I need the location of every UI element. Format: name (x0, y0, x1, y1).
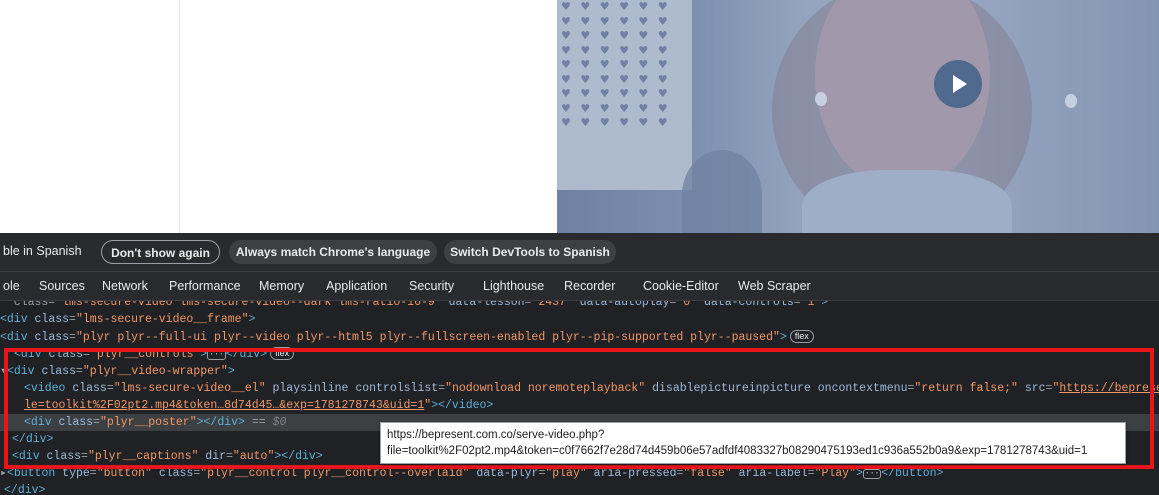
video-player[interactable]: ♥ ♥ ♥ ♥ ♥ ♥ ♥ ♥ ♥ ♥ ♥ ♥ ♥ ♥ ♥ ♥ ♥ ♥ ♥ ♥ … (557, 0, 1159, 233)
tab-cookie-editor[interactable]: Cookie-Editor (643, 279, 719, 293)
tooltip-url-line2: file=toolkit%2F02pt2.mp4&token=c0f7662f7… (387, 445, 1088, 457)
tab-lighthouse[interactable]: Lighthouse (483, 279, 544, 293)
tab-sources[interactable]: Sources (39, 279, 85, 293)
collapsed-content-icon[interactable]: ··· (862, 469, 882, 479)
devtools-tabs: ole Sources Network Performance Memory A… (0, 272, 1159, 301)
infobar-message: ble in Spanish (3, 244, 82, 258)
play-icon[interactable] (934, 60, 982, 108)
tab-application[interactable]: Application (326, 279, 387, 293)
webpage-viewport: ♥ ♥ ♥ ♥ ♥ ♥ ♥ ♥ ♥ ♥ ♥ ♥ ♥ ♥ ♥ ♥ ♥ ♥ ♥ ♥ … (0, 0, 1159, 233)
tooltip-url-line1: https://bepresent.com.co/serve-video.php… (387, 429, 605, 441)
tab-console[interactable]: ole (3, 279, 20, 293)
dom-node-lms-secure-video[interactable]: " class="lms-secure-video lms-secure-vid… (0, 301, 1159, 311)
video-overlay (557, 0, 1159, 233)
tab-recorder[interactable]: Recorder (564, 279, 615, 293)
language-infobar: ble in Spanish Don't show again Always m… (0, 233, 1159, 272)
tab-security[interactable]: Security (409, 279, 454, 293)
tab-memory[interactable]: Memory (259, 279, 304, 293)
link-url-tooltip: https://bepresent.com.co/serve-video.php… (380, 422, 1126, 464)
always-match-language-button[interactable]: Always match Chrome's language (229, 240, 437, 264)
dont-show-again-button[interactable]: Don't show again (101, 240, 220, 264)
dom-node-plyr[interactable]: <div class="plyr plyr--full-ui plyr--vid… (0, 329, 1159, 346)
dom-node-close-div-outer[interactable]: </div> (0, 482, 1159, 495)
switch-devtools-spanish-button[interactable]: Switch DevTools to Spanish (444, 240, 616, 264)
content-divider (179, 0, 180, 233)
flex-badge[interactable]: flex (789, 330, 814, 343)
dom-node-video-frame[interactable]: <div class="lms-secure-video__frame"> (0, 311, 1159, 328)
tab-web-scraper[interactable]: Web Scraper (738, 279, 811, 293)
tab-network[interactable]: Network (102, 279, 148, 293)
tab-performance[interactable]: Performance (169, 279, 241, 293)
